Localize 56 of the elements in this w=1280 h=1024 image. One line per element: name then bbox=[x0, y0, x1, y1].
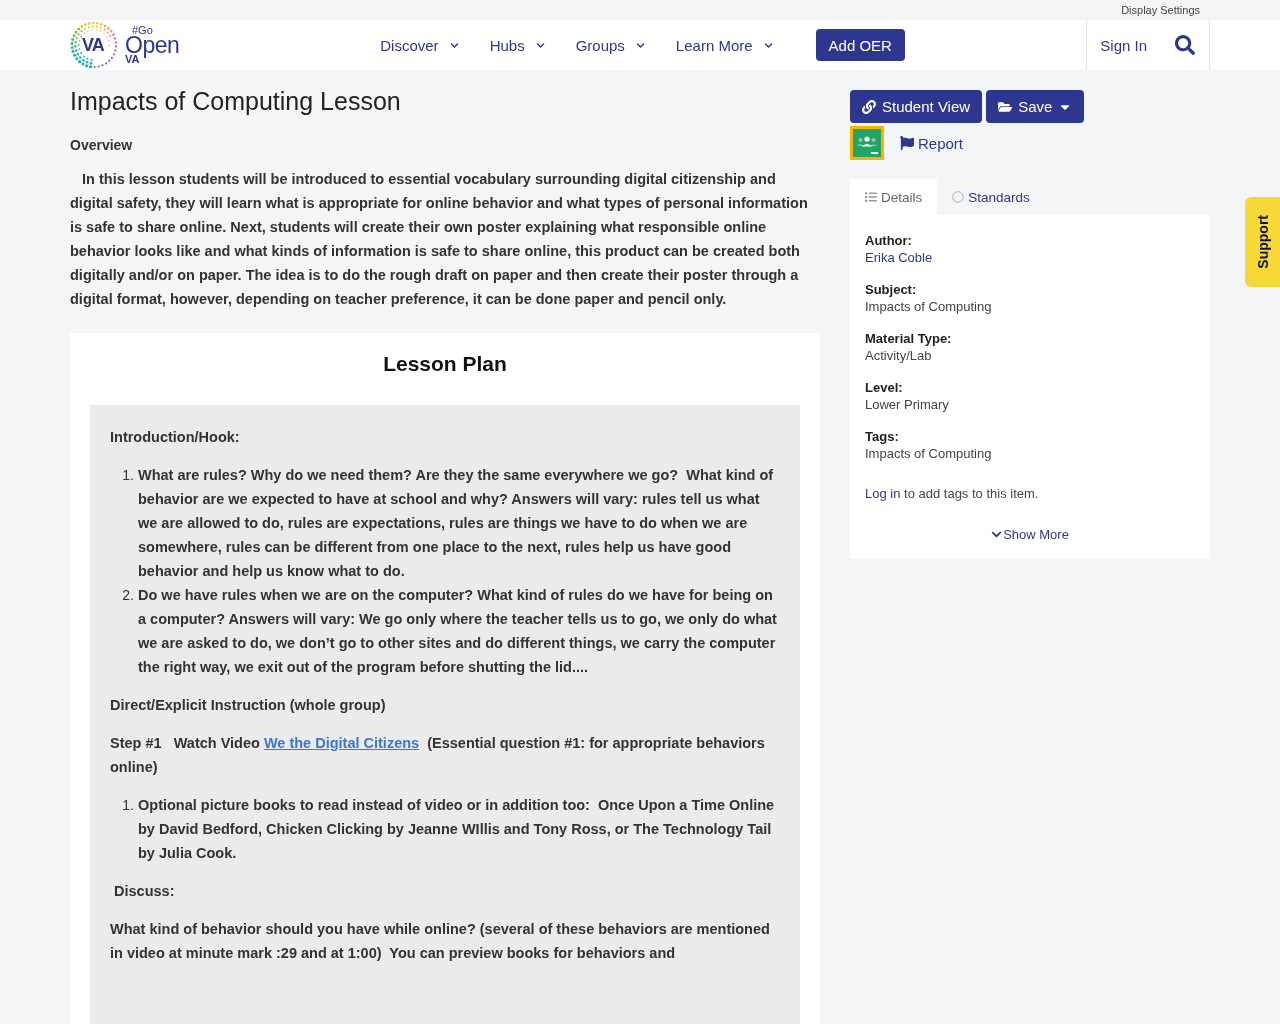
display-settings-link[interactable]: Display Settings bbox=[1121, 4, 1200, 16]
lesson-paragraph: What kind of behavior should you have while online? (several of these behaviors are mentioned in video at minute mark :29 and at 1:00) You can preview books for behaviors and bbox=[110, 920, 771, 963]
section-heading: Introduction/Hook: bbox=[110, 428, 241, 447]
list-item-text: Do we have rules when we are on the computer? What kind of rules do we have for being on a computer? Answers will vary: We go only where the teacher tells us to go, we only do what we are asked to do, we don’t go to other sites and do different things, we carry the computer the right way, we exit out of the program before shutting the lid.... bbox=[138, 586, 778, 677]
list-item-text: What are rules? Why do we need them? Are they the same everywhere we go? What kind of behavior are we expected to have at school and why? Answers will vary: rules tell us what we are allowed to do, rules are expectations, rules are things we have to do when we are somewhere, rules can be different from one place to the next, rules help us have good behavior and help us know what to do. bbox=[138, 466, 775, 581]
overview-paragraph: In this lesson students will be introduced to essential vocabulary surrounding digital citizenship and digital safety, they will learn what is appropriate for online behavior and what types of personal information is safe to share online. Next, students will create their own poster explaining what responsible online behavior looks like and what kinds of information is safe to share online, this product can be created both digitally and/or on paper. The idea is to do the rough draft on paper and then create their poster through a digital format, however, depending on teacher preference, it can be done paper and pencil only. bbox=[70, 170, 809, 309]
field-value: Impacts of Computing bbox=[865, 445, 993, 462]
field-label: Author: bbox=[865, 232, 913, 249]
video-link[interactable]: We the Digital Citizens bbox=[263, 735, 420, 751]
link-icon bbox=[862, 99, 876, 114]
list-number: 1. bbox=[121, 796, 135, 815]
list-item-text: Optional picture books to read instead of video or in addition too: Once Upon a Time Online by David Bedford, Chicken Clicking by Jeanne WIllis and Tony Ross, or The Technology Tail by Julia Cook. bbox=[138, 796, 776, 863]
add-oer-button[interactable]: Add OER bbox=[815, 29, 905, 61]
lesson-paragraph: Step #1 Watch Video We the Digital Citizens (Essential question #1: for appropriate behaviors online) bbox=[110, 734, 766, 777]
dotted-ring-icon bbox=[70, 21, 118, 69]
save-button[interactable]: Save bbox=[986, 90, 1085, 123]
lesson-plan-title: Lesson Plan bbox=[382, 351, 508, 377]
chevron-down-icon bbox=[449, 40, 459, 50]
chevron-down-icon bbox=[991, 529, 1003, 540]
student-view-button[interactable]: Student View bbox=[850, 90, 983, 123]
logo-hashtag-text: #Go bbox=[132, 25, 154, 35]
tags-login-note: Log in to add tags to this item. bbox=[865, 485, 1040, 502]
sign-in-link[interactable]: Sign In bbox=[1100, 36, 1147, 54]
report-link[interactable]: Report bbox=[900, 134, 964, 152]
overview-heading: Overview bbox=[70, 136, 134, 155]
folder-icon bbox=[998, 99, 1013, 114]
sidebar-tab[interactable]: Standards bbox=[937, 179, 1045, 215]
logo-badge-text: VA bbox=[82, 35, 104, 55]
support-tab[interactable]: Support bbox=[1245, 197, 1280, 287]
list-icon bbox=[865, 191, 877, 203]
log-in-link[interactable]: Log in bbox=[865, 486, 901, 501]
nav-menu-item[interactable]: Groups bbox=[575, 36, 645, 54]
field-label: Tags: bbox=[865, 428, 900, 445]
classroom-share-icon[interactable] bbox=[850, 126, 884, 160]
nav-menu-item[interactable]: Hubs bbox=[489, 36, 545, 54]
field-label: Material Type: bbox=[865, 330, 953, 347]
field-label: Subject: bbox=[865, 281, 918, 298]
section-heading: Discuss: bbox=[113, 882, 176, 901]
sidebar-tab[interactable]: Details bbox=[850, 179, 938, 215]
search-icon[interactable] bbox=[1175, 35, 1195, 55]
chevron-down-icon bbox=[535, 40, 545, 50]
field-label: Level: bbox=[865, 379, 904, 396]
list-number: 2. bbox=[121, 586, 135, 605]
field-value: Lower Primary bbox=[865, 396, 950, 413]
chevron-down-icon bbox=[635, 40, 645, 50]
list-number: 1. bbox=[121, 466, 135, 485]
show-more-button[interactable]: Show More bbox=[991, 527, 1069, 542]
flag-icon bbox=[900, 136, 914, 150]
author-link[interactable]: Erika Coble bbox=[865, 249, 1195, 266]
field-value: Activity/Lab bbox=[865, 347, 933, 364]
field-value: Impacts of Computing bbox=[865, 298, 993, 315]
page-title: Impacts of Computing Lesson bbox=[70, 86, 402, 117]
nav-menu-item[interactable]: Learn More bbox=[675, 36, 773, 54]
nav-menu-item[interactable]: Discover bbox=[380, 36, 459, 54]
section-heading: Direct/Explicit Instruction (whole group) bbox=[110, 696, 387, 715]
chevron-down-icon bbox=[763, 40, 773, 50]
